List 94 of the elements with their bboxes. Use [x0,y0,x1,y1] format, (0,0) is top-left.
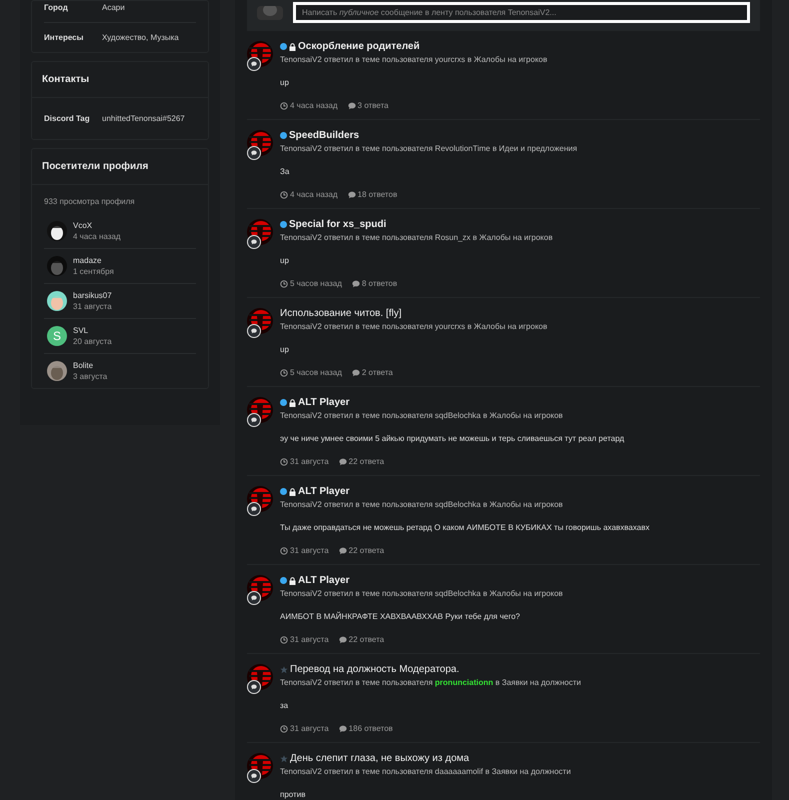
activity-summary: TenonsaiV2 ответил в теме пользователя Rosun_zx в Жалобы на игроков [280,233,554,242]
comment-icon [251,417,257,423]
post-excerpt: против [280,790,306,799]
field-label: Интересы [44,33,84,42]
comment-icon [251,595,257,601]
post-time: 4 часа назад [280,190,338,199]
comment-icon [352,368,360,376]
comment-icon [251,150,257,156]
visitor-name[interactable]: VcoX [73,221,121,230]
activity-summary: TenonsaiV2 ответил в теме пользователя pronunciationn в Заявки на должности [280,678,582,687]
comment-icon [338,546,347,554]
comment-icon [251,328,257,334]
activity-summary: TenonsaiV2 ответил в теме пользователя sqdBelochka в Жалобы на игроков [280,589,564,598]
lock-icon [289,488,296,496]
field-label: Город [44,3,69,12]
visit-date: 3 августа [73,372,108,381]
comment-icon [352,280,360,288]
visitor-name[interactable]: madaze [73,256,114,265]
post-excerpt: up [280,78,290,87]
clock-icon [280,546,288,554]
post-time: 31 августа [280,457,329,466]
visit-date: 31 августа [73,302,112,311]
comment-icon [338,636,347,644]
activity-summary: TenonsaiV2 ответил в теме пользователя RevolutionTime в Идеи и предложения [280,144,578,153]
post-excerpt: up [280,345,290,354]
topic-title[interactable]: Оскорбление родителей [298,41,420,52]
star-icon [280,666,288,674]
visitor-name[interactable]: Bolite [73,361,108,370]
visitor-name[interactable]: barsikus07 [73,291,112,300]
comment-icon [338,724,347,732]
topic-title[interactable]: Использование читов. [fly] [280,308,402,319]
field-value: Асари [102,3,125,12]
topic-title[interactable]: Special for xs_spudi [289,219,386,230]
post-excerpt: Ты даже оправдаться не можешь ретард О каком АИМБОТЕ В КУБИКАХ ты говоришь ахавхвахавх [280,523,650,532]
visit-date: 20 августа [73,337,112,346]
comment-icon [348,190,356,198]
reply-count: 8 ответов [352,279,398,288]
clock-icon [280,280,288,288]
activity-summary: TenonsaiV2 ответил в теме пользователя sqdBelochka в Жалобы на игроков [280,500,564,509]
post-excerpt: эу че ниче умнее своими 5 айкью придумать не можешь и терь сливаешься тут реал ретард [280,434,626,443]
clock-icon [280,368,288,376]
activity-summary: TenonsaiV2 ответил в теме пользователя sqdBelochka в Жалобы на игроков [280,411,564,420]
post-time: 4 часа назад [280,101,338,110]
activity-summary: TenonsaiV2 ответил в теме пользователя yourcrxs в Жалобы на игроков [280,322,548,331]
topic-title[interactable]: ALT Player [298,486,350,497]
post-excerpt: за [280,701,290,710]
field-value: unhittedTenonsai#5267 [102,114,185,123]
comment-icon [348,102,356,110]
reply-count: 3 ответа [348,101,389,110]
topic-title[interactable]: SpeedBuilders [289,130,360,141]
post-time: 31 августа [280,635,329,644]
reply-count: 22 ответа [338,457,384,466]
clock-icon [280,724,288,732]
clock-icon [280,458,288,466]
topic-title[interactable]: ALT Player [298,397,350,408]
field-label: Discord Tag [44,114,91,123]
topic-title[interactable]: ALT Player [298,575,350,586]
field-value: Художество, Музыка [102,33,179,42]
comment-icon [251,61,257,67]
clock-icon [280,190,288,198]
clock-icon [280,102,288,110]
post-excerpt: up [280,256,290,265]
post-time: 31 августа [280,546,329,555]
visitor-name[interactable]: SVL [73,326,112,335]
reply-count: 22 ответа [338,546,384,555]
view-count: 933 просмотра профиля [43,196,136,208]
post-time: 5 часов назад [280,279,342,288]
reply-count: 186 ответов [338,724,393,733]
reply-count: 18 ответов [348,190,398,199]
input-field[interactable]: Написать публичное сообщение в ленту пользователя TenonsaiV2... [293,2,750,23]
clock-icon [280,636,288,644]
comment-icon [338,458,347,466]
visit-date: 1 сентября [73,267,114,276]
post-excerpt: АИМБОТ В МАЙНКРАФТЕ ХАВХВААВХХАВ Руки тебе для чего? [280,612,521,621]
card-title: Контакты [32,62,208,98]
comment-icon [251,506,257,512]
visit-date: 4 часа назад [73,232,121,241]
star-icon [280,754,288,762]
lock-icon [289,398,296,406]
comment-icon [251,239,257,245]
post-time: 31 августа [280,724,329,733]
post-time: 5 часов назад [280,368,342,377]
lock-icon [289,42,296,50]
post-excerpt: За [280,167,290,176]
card-title: Посетители профиля [32,149,208,185]
topic-title[interactable]: Перевод на должность Модератора. [290,664,460,675]
activity-summary: TenonsaiV2 ответил в теме пользователя daaaaaamolif в Заявки на должности [280,767,572,776]
topic-title[interactable]: День слепит глаза, не выхожу из дома [290,753,470,764]
comment-icon [251,773,257,779]
reply-count: 2 ответа [352,368,393,377]
comment-icon [251,684,257,690]
reply-count: 22 ответа [338,635,384,644]
activity-summary: TenonsaiV2 ответил в теме пользователя yourcrxs в Жалобы на игроков [280,55,548,64]
lock-icon [289,576,296,584]
